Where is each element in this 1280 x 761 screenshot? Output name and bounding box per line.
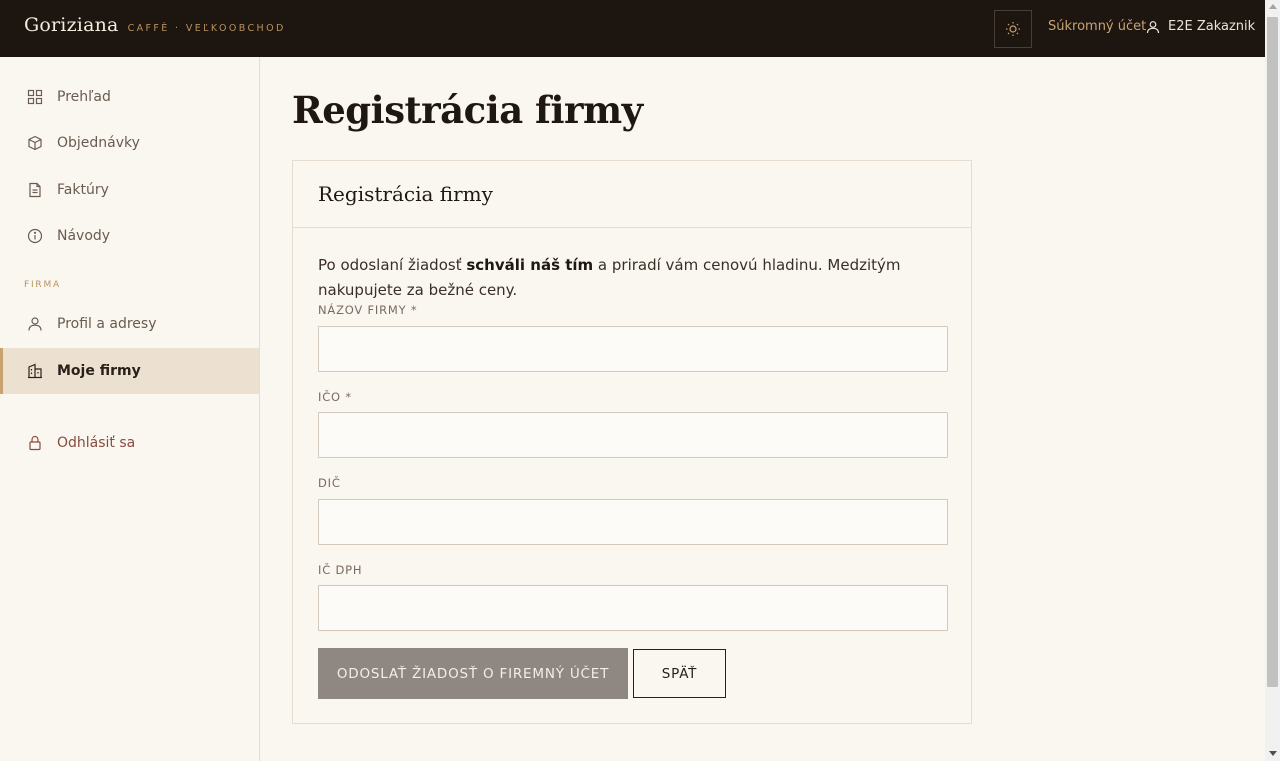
card-title: Registrácia firmy bbox=[318, 182, 493, 206]
page-scrollbar[interactable] bbox=[1265, 0, 1280, 761]
intro-text-start: Po odoslaní žiadosť bbox=[318, 256, 467, 274]
sidebar-item-label: Moje firmy bbox=[57, 363, 141, 379]
vat-id-label: IČ DPH bbox=[318, 563, 363, 577]
scroll-thumb[interactable] bbox=[1267, 17, 1278, 687]
dic-input[interactable] bbox=[318, 499, 948, 545]
ico-input[interactable] bbox=[318, 412, 948, 458]
user-icon bbox=[1146, 20, 1160, 33]
sidebar-item-my-companies[interactable]: Moje firmy bbox=[0, 348, 259, 394]
sidebar-item-guides[interactable]: Návody bbox=[0, 213, 259, 259]
logout-button[interactable]: Odhlásiť sa bbox=[0, 420, 259, 466]
sidebar-item-label: Objednávky bbox=[57, 135, 140, 151]
brand-logo[interactable]: Goriziana CAFFÈ · VEĽKOOBCHOD bbox=[24, 14, 286, 36]
company-name-label: NÁZOV FIRMY * bbox=[318, 303, 418, 317]
brand-subtitle: CAFFÈ · VEĽKOOBCHOD bbox=[127, 23, 286, 34]
sidebar-section-label: FIRMA bbox=[24, 280, 62, 290]
sidebar-item-invoices[interactable]: Faktúry bbox=[0, 167, 259, 213]
user-icon bbox=[28, 317, 42, 331]
sun-icon bbox=[1006, 22, 1020, 36]
sidebar: Prehľad Objednávky Faktúry Návody FIRMA … bbox=[0, 57, 260, 761]
theme-toggle-button[interactable] bbox=[994, 10, 1032, 48]
sidebar-item-orders[interactable]: Objednávky bbox=[0, 120, 259, 166]
submit-company-request-button[interactable]: ODOSLAŤ ŽIADOSŤ O FIREMNÝ ÚČET bbox=[318, 648, 628, 699]
intro-text-bold: schváli náš tím bbox=[466, 256, 594, 274]
scroll-up-arrow-icon[interactable] bbox=[1269, 4, 1277, 9]
dic-label: DIČ bbox=[318, 476, 341, 490]
user-name: E2E Zakaznik bbox=[1168, 19, 1256, 34]
private-account-link[interactable]: Súkromný účet bbox=[1048, 19, 1146, 34]
card-header: Registrácia firmy bbox=[293, 161, 971, 228]
registration-card: Registrácia firmy Po odoslaní žiadosť sc… bbox=[292, 160, 972, 724]
sidebar-item-label: Návody bbox=[57, 228, 111, 244]
company-name-input[interactable] bbox=[318, 326, 948, 372]
back-button[interactable]: SPÄŤ bbox=[633, 649, 726, 698]
sidebar-item-profile[interactable]: Profil a adresy bbox=[0, 301, 259, 347]
user-menu[interactable]: E2E Zakaznik bbox=[1146, 19, 1255, 34]
vat-id-input[interactable] bbox=[318, 585, 948, 631]
ico-label: IČO * bbox=[318, 390, 352, 404]
lock-icon bbox=[29, 435, 41, 451]
info-icon bbox=[27, 228, 43, 244]
document-icon bbox=[29, 182, 41, 198]
top-bar: Goriziana CAFFÈ · VEĽKOOBCHOD Súkromný ú… bbox=[0, 0, 1265, 57]
sidebar-item-label: Profil a adresy bbox=[57, 316, 157, 332]
grid-icon bbox=[27, 89, 43, 105]
logout-label: Odhlásiť sa bbox=[57, 435, 136, 451]
scroll-down-arrow-icon[interactable] bbox=[1269, 751, 1277, 756]
intro-text: Po odoslaní žiadosť schváli náš tím a pr… bbox=[318, 253, 948, 303]
sidebar-item-label: Faktúry bbox=[57, 182, 109, 198]
sidebar-item-overview[interactable]: Prehľad bbox=[0, 74, 259, 120]
sidebar-item-label: Prehľad bbox=[57, 89, 111, 105]
box-icon bbox=[28, 135, 42, 151]
page-title: Registrácia firmy bbox=[292, 88, 643, 132]
brand-name: Goriziana bbox=[24, 14, 119, 36]
building-icon bbox=[28, 363, 42, 379]
